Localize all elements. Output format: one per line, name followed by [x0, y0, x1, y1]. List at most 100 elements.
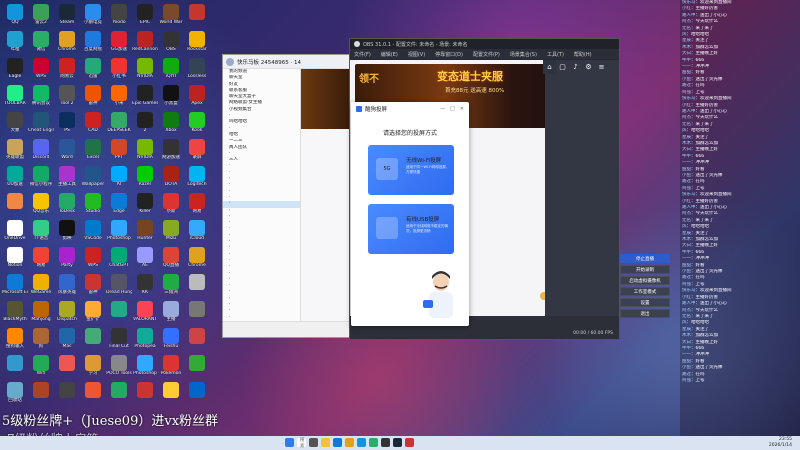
desktop-icon[interactable]: GG加速: [106, 29, 132, 56]
desktop-icon[interactable]: Pokémon: [158, 353, 184, 380]
maximize-icon[interactable]: □: [450, 106, 455, 112]
desktop-icon[interactable]: [80, 380, 106, 407]
desktop-icon[interactable]: NVIDIA: [132, 56, 158, 83]
desktop-icon[interactable]: Photopea: [132, 326, 158, 353]
obs-menu-item[interactable]: 文件(F): [354, 51, 371, 58]
desktop-icon[interactable]: Photoshop: [106, 218, 132, 245]
desktop-icon[interactable]: QQ直播: [158, 245, 184, 272]
desktop-icon[interactable]: World War: [158, 2, 184, 29]
desktop-icon[interactable]: 英雄联盟: [2, 137, 28, 164]
desktop-icon[interactable]: Chrome: [184, 245, 210, 272]
desktop-icon[interactable]: [28, 380, 54, 407]
system-tray-clock[interactable]: 23:55 2026/1/14: [769, 437, 792, 449]
desktop-icon[interactable]: [184, 299, 210, 326]
desktop-icon[interactable]: EPIC: [132, 2, 158, 29]
desktop-icon[interactable]: 狗: [28, 326, 54, 353]
desktop-icon[interactable]: BlackMyth: [2, 299, 28, 326]
desktop-icon[interactable]: Party: [54, 245, 80, 272]
obs-control-button[interactable]: 退出: [620, 309, 670, 318]
desktop-icon[interactable]: 搜狗输入: [2, 326, 28, 353]
desktop-icon[interactable]: Wifi: [28, 353, 54, 380]
menu-icon[interactable]: ≡: [595, 60, 608, 74]
desktop-icon[interactable]: DOTA: [158, 164, 184, 191]
chat-window[interactable]: 快乐马板 24548965 · 14 我的频道 聊天室 好友 联系客服 聊天室大盒子 网络…: [222, 54, 350, 338]
desktop-icon[interactable]: 网游加速: [158, 137, 184, 164]
desktop-icon[interactable]: 小米: [106, 83, 132, 110]
taskview-icon[interactable]: [309, 438, 318, 447]
gear-icon[interactable]: ⚙: [582, 60, 595, 74]
desktop-icon[interactable]: TOOLBAR: [2, 83, 28, 110]
obs-menu-item[interactable]: 编辑(E): [381, 51, 398, 58]
desktop-icon[interactable]: Steam: [54, 2, 80, 29]
desktop-icon[interactable]: 百度网盘: [80, 29, 106, 56]
desktop-icon[interactable]: [54, 380, 80, 407]
usb-projection-card[interactable]: 有线USB投屏 适用于无线网络不稳定的情况，投屏更流畅: [368, 204, 454, 254]
desktop-icon[interactable]: 网易: [184, 191, 210, 218]
desktop-icon[interactable]: WPS: [28, 56, 54, 83]
desktop-icon[interactable]: 网易: [28, 245, 54, 272]
edge-icon[interactable]: [333, 438, 342, 447]
desktop-icon[interactable]: Final Cut: [106, 326, 132, 353]
channel-list[interactable]: 我的频道 聊天室 好友 联系客服 聊天室大盒子 网络联盟·女主播 小视频集合 · 吗哈哈哈 · 哈哈…: [223, 69, 301, 321]
obs-menu-item[interactable]: 停靠窗口(D): [435, 51, 463, 58]
desktop-icon[interactable]: [2, 353, 28, 380]
obs-control-button[interactable]: 启动虚拟摄像机: [620, 276, 670, 285]
desktop-icon[interactable]: iCloud: [184, 218, 210, 245]
wifi-projection-card[interactable]: 5G 无线Wi-Fi投屏 适用于同一Wi-Fi网络投屏，方便快捷: [368, 145, 454, 195]
desktop-icon[interactable]: 网易云: [54, 56, 80, 83]
desktop-icon[interactable]: 2: [132, 110, 158, 137]
obs-control-button[interactable]: 停止直播: [620, 254, 670, 263]
desktop-icon[interactable]: KK: [132, 272, 158, 299]
desktop-icon[interactable]: Photoshop: [132, 353, 158, 380]
desktop-icon[interactable]: 小鹅电竞: [80, 2, 106, 29]
desktop-icon[interactable]: OneDrive: [2, 218, 28, 245]
start-icon[interactable]: [285, 438, 294, 447]
desktop-icon[interactable]: 录屏: [184, 137, 210, 164]
obs-icon[interactable]: [381, 438, 390, 447]
desktop-icon[interactable]: [106, 380, 132, 407]
minimize-icon[interactable]: —: [440, 106, 445, 112]
steam-icon[interactable]: [393, 438, 402, 447]
desktop-icon[interactable]: Chrome: [54, 29, 80, 56]
obs-menu-item[interactable]: 帮助(H): [574, 51, 592, 58]
desktop-icon[interactable]: 大象: [2, 110, 28, 137]
obs-control-button[interactable]: 开始录制: [620, 265, 670, 274]
desktop-icon[interactable]: [80, 326, 106, 353]
bell-icon[interactable]: ♪: [569, 60, 582, 74]
projection-dialog[interactable]: 酷狗投屏 — □ ✕ 请选择您的投屏方式 5G 无线Wi-Fi投屏 适用于同一W…: [351, 102, 469, 326]
desktop-icon[interactable]: Razer: [132, 164, 158, 191]
desktop-icon[interactable]: PS: [54, 110, 80, 137]
desktop-icon[interactable]: WPS: [80, 245, 106, 272]
desktop-icon[interactable]: 金铲铲: [80, 299, 106, 326]
window-icon[interactable]: ▢: [556, 60, 569, 74]
wechat-icon[interactable]: [369, 438, 378, 447]
desktop-icon[interactable]: VSCode: [80, 218, 106, 245]
desktop-icon[interactable]: [132, 380, 158, 407]
desktop-icon[interactable]: NVIDIA: [132, 137, 158, 164]
desktop-icon[interactable]: WeGame: [28, 272, 54, 299]
desktop-icon[interactable]: Dispatch: [54, 299, 80, 326]
desktop-icon[interactable]: [184, 380, 210, 407]
desktop-icon[interactable]: [184, 2, 210, 29]
desktop-icon[interactable]: 微信小程序: [28, 164, 54, 191]
desktop-icon[interactable]: Xbox: [158, 110, 184, 137]
desktop-icon[interactable]: PPT: [106, 137, 132, 164]
desktop-icon[interactable]: Logitech: [184, 164, 210, 191]
app-icon[interactable]: [405, 438, 414, 447]
desktop-icon[interactable]: DEEPSEEK: [106, 110, 132, 137]
desktop-icon[interactable]: Word: [54, 137, 80, 164]
desktop-icon[interactable]: Feishu: [158, 326, 184, 353]
qq-icon[interactable]: [357, 438, 366, 447]
desktop-icon[interactable]: Edge: [106, 191, 132, 218]
desktop-icon[interactable]: Apex: [184, 83, 210, 110]
desktop-icon[interactable]: 雷神: [80, 83, 106, 110]
desktop-icon[interactable]: Microsoft Edge: [2, 272, 28, 299]
home-icon[interactable]: ⌂: [543, 60, 556, 74]
desktop-icon[interactable]: 主播工具: [54, 164, 80, 191]
desktop-icon[interactable]: 小黑盒: [158, 83, 184, 110]
desktop-icon[interactable]: Rockstar: [184, 29, 210, 56]
desktop-icon[interactable]: 剪映: [54, 218, 80, 245]
search-input[interactable]: 搜索: [297, 438, 306, 449]
desktop-icon[interactable]: QQ: [2, 2, 28, 29]
desktop-icon[interactable]: 雷神: [80, 272, 106, 299]
